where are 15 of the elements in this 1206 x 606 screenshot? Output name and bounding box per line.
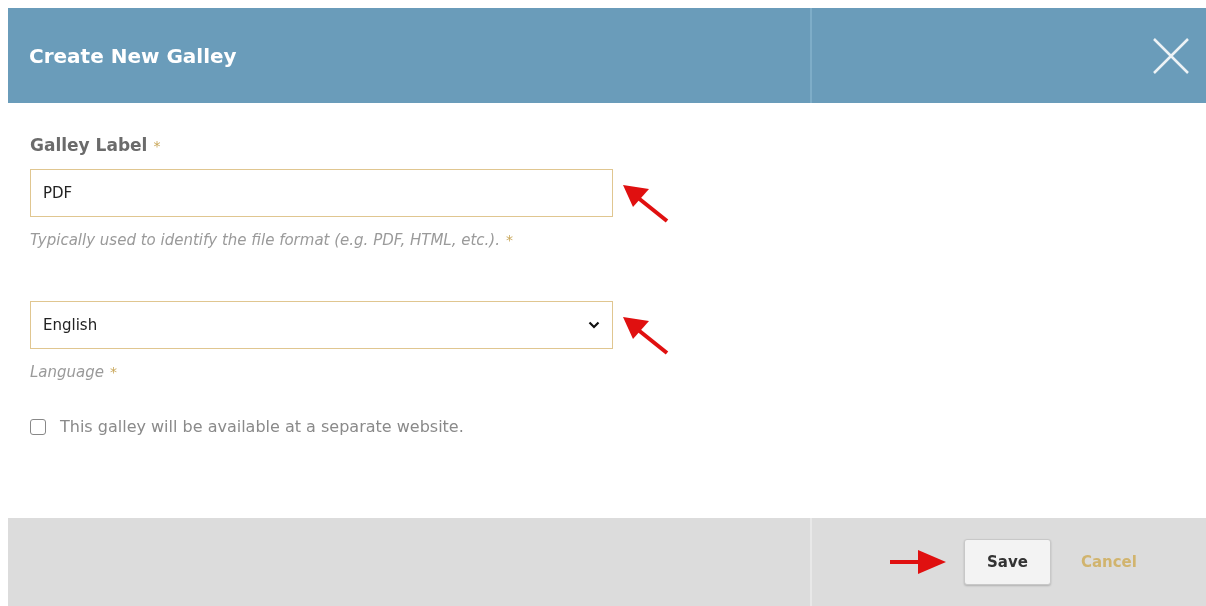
checkbox[interactable] bbox=[30, 418, 46, 435]
close-icon[interactable] bbox=[1152, 36, 1190, 75]
dialog-title: Create New Galley bbox=[29, 43, 237, 68]
required-asterisk: * bbox=[110, 364, 118, 380]
field-description: Typically used to identify the file format (e.g. PDF, HTML, etc.). bbox=[30, 231, 500, 249]
text-input-field[interactable]: PDF bbox=[30, 169, 613, 217]
field-label: Galley Label bbox=[30, 135, 148, 155]
annotation-arrow-icon bbox=[888, 547, 948, 577]
checkbox-label: This galley will be available at a separate website. bbox=[60, 417, 464, 436]
save-button[interactable]: Save bbox=[964, 539, 1051, 585]
chevron-down-icon bbox=[588, 321, 600, 329]
required-asterisk: * bbox=[506, 232, 513, 248]
field-description: Language bbox=[30, 363, 105, 381]
dropdown-select[interactable]: English bbox=[30, 301, 613, 349]
required-asterisk: * bbox=[153, 138, 161, 154]
